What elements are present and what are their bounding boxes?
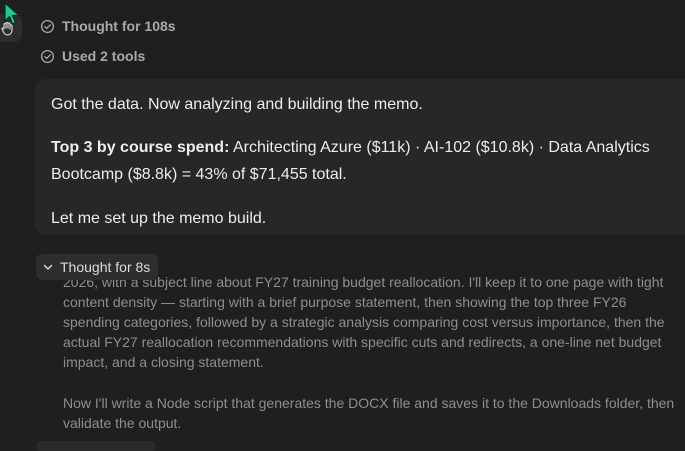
check-circle-icon (40, 19, 55, 33)
chevron-down-icon (43, 264, 53, 270)
check-circle-icon (40, 49, 55, 63)
summary-label: Top 3 by course spend: (51, 139, 230, 156)
next-item-stub (36, 441, 156, 451)
thought-toggle-label: Thought for 8s (60, 259, 151, 275)
thought-content: 2026, with a subject line about FY27 tra… (63, 262, 681, 447)
message-summary: Top 3 by course spend: Architecting Azur… (51, 134, 669, 188)
tools-status-label: Used 2 tools (62, 48, 146, 64)
cursor-arrow-icon (4, 2, 20, 25)
thought-paragraph-1: 2026, with a subject line about FY27 tra… (63, 274, 665, 370)
message-intro: Got the data. Now analyzing and building… (51, 96, 423, 113)
thought-paragraph-2: Now I'll write a Node script that genera… (63, 395, 675, 431)
thought-toggle-button[interactable]: Thought for 8s (36, 254, 159, 280)
assistant-message: Got the data. Now analyzing and building… (35, 79, 685, 235)
thought-status[interactable]: Thought for 108s (40, 18, 176, 34)
tools-status[interactable]: Used 2 tools (40, 48, 145, 64)
thought-status-label: Thought for 108s (62, 18, 176, 34)
message-closing: Let me set up the memo build. (51, 210, 267, 227)
